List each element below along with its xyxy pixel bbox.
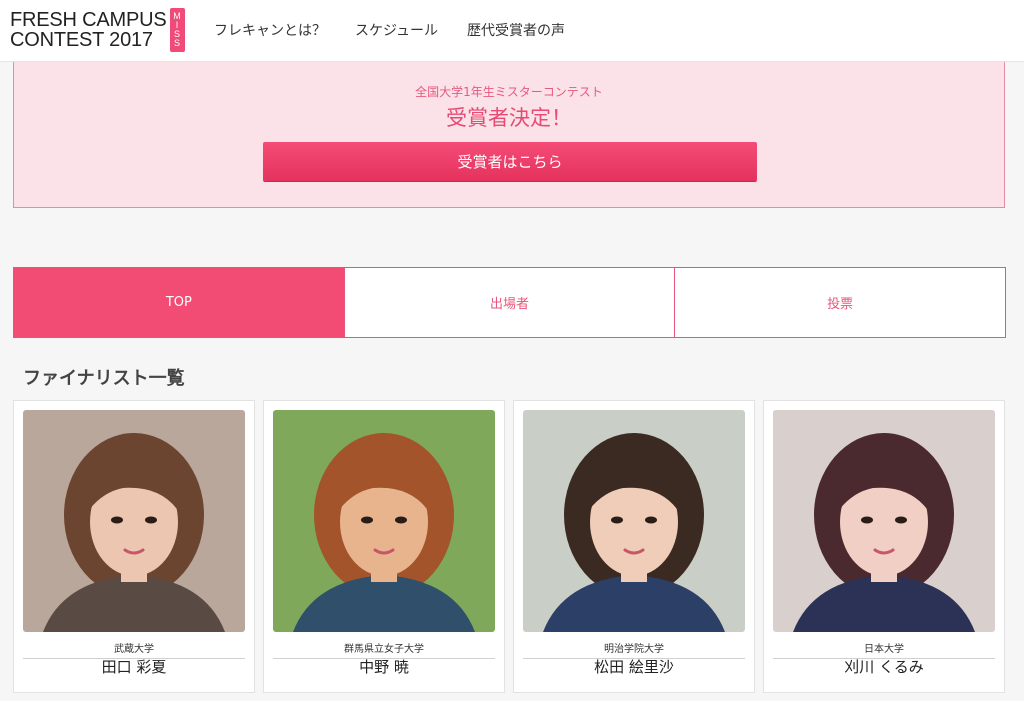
winner-banner: 全国大学1年生ミスターコンテスト 受賞者決定！ 受賞者はこちら <box>13 62 1005 208</box>
portrait-image <box>273 410 495 632</box>
banner-title: 受賞者決定！ <box>446 106 572 130</box>
finalist-card[interactable]: 明治学院大学 松田 絵里沙 <box>513 400 755 693</box>
logo-line-2: CONTEST 2017 <box>10 29 153 51</box>
winners-button[interactable]: 受賞者はこちら <box>263 142 757 181</box>
finalist-photo <box>773 410 995 632</box>
finalists-heading: ファイナリスト一覧 <box>23 368 185 389</box>
main-nav: フレキャンとは？ スケジュール 歴代受賞者の声 <box>214 20 565 40</box>
finalist-photo <box>273 410 495 632</box>
finalist-card[interactable]: 日本大学 刈川 くるみ <box>763 400 1005 693</box>
logo-badge: MISS <box>169 8 185 52</box>
finalist-name: 田口 彩夏 <box>101 658 167 676</box>
banner-subtitle: 全国大学1年生ミスターコンテスト <box>415 85 603 99</box>
finalist-photo <box>23 410 245 632</box>
finalist-name: 松田 絵里沙 <box>594 658 674 676</box>
logo-text: FRESH CAMPUS CONTEST 2017 <box>10 8 167 52</box>
nav-item-past-winners[interactable]: 歴代受賞者の声 <box>467 20 565 40</box>
finalist-photo <box>523 410 745 632</box>
logo-line-1: FRESH CAMPUS <box>10 9 167 31</box>
tab-entrants[interactable]: 出場者 <box>343 268 675 337</box>
finalist-card[interactable]: 群馬県立女子大学 中野 暁 <box>263 400 505 693</box>
portrait-image <box>523 410 745 632</box>
tab-top[interactable]: TOP <box>14 268 344 337</box>
finalist-list: 武蔵大学 田口 彩夏 群馬県立女子大学 中野 暁 明治学院大学 松田 絵里沙 日… <box>13 400 1006 693</box>
site-logo[interactable]: FRESH CAMPUS CONTEST 2017 MISS <box>10 8 185 52</box>
tab-vote[interactable]: 投票 <box>674 268 1005 337</box>
nav-item-schedule[interactable]: スケジュール <box>355 20 438 40</box>
section-tabs: TOP 出場者 投票 <box>13 267 1006 338</box>
finalist-card[interactable]: 武蔵大学 田口 彩夏 <box>13 400 255 693</box>
site-header: FRESH CAMPUS CONTEST 2017 MISS フレキャンとは？ … <box>0 0 1024 62</box>
finalist-name: 中野 暁 <box>359 658 409 676</box>
portrait-image <box>773 410 995 632</box>
finalist-name: 刈川 くるみ <box>844 658 924 676</box>
portrait-image <box>23 410 245 632</box>
nav-item-about[interactable]: フレキャンとは？ <box>214 20 326 40</box>
